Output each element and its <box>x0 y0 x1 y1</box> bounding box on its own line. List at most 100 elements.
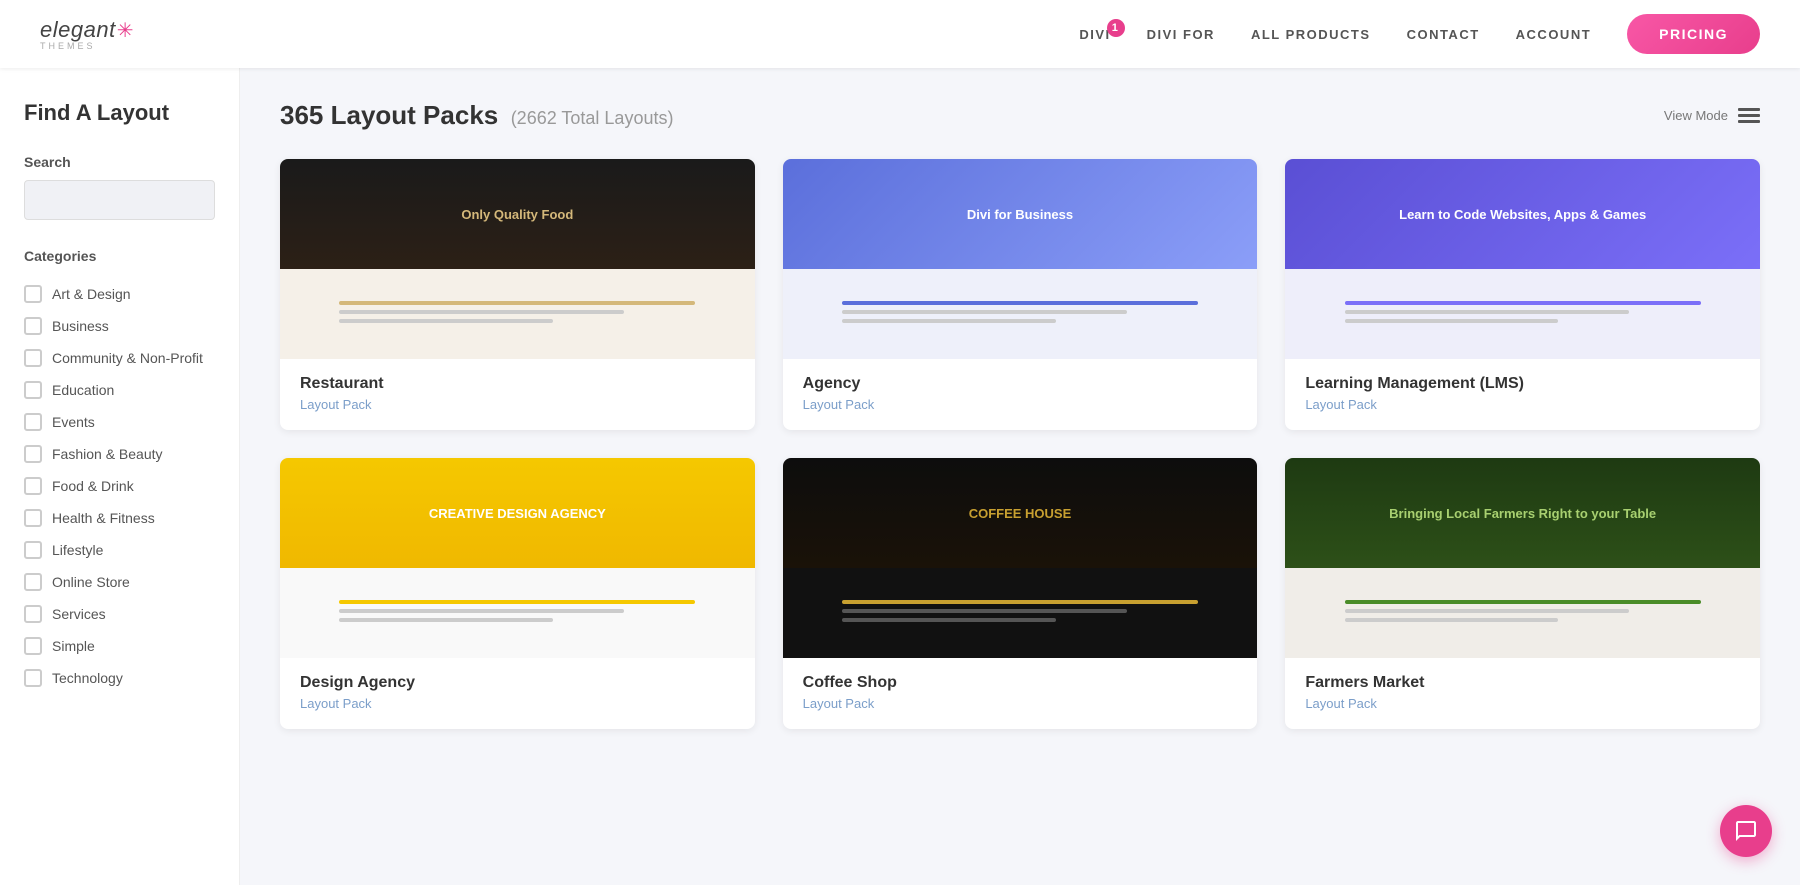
category-label-technology: Technology <box>52 670 123 686</box>
logo-text: elegant <box>40 17 116 43</box>
card-info-restaurant: Restaurant Layout Pack <box>280 359 755 430</box>
category-item-technology[interactable]: Technology <box>24 662 215 694</box>
card-coffee-shop[interactable]: COFFEE HOUSE Coffee Shop Layout Pack <box>783 458 1258 729</box>
category-checkbox-food-drink[interactable] <box>24 477 42 495</box>
category-label-business: Business <box>52 318 109 334</box>
category-item-food-drink[interactable]: Food & Drink <box>24 470 215 502</box>
card-farmers-market[interactable]: Bringing Local Farmers Right to your Tab… <box>1285 458 1760 729</box>
categories-label: Categories <box>24 248 215 264</box>
card-type-restaurant: Layout Pack <box>300 397 735 412</box>
pricing-button[interactable]: PRICING <box>1627 14 1760 54</box>
view-mode-label: View Mode <box>1664 108 1728 123</box>
card-name-design-agency: Design Agency <box>300 674 735 692</box>
category-label-simple: Simple <box>52 638 95 654</box>
card-design-agency[interactable]: CREATIVE DESIGN AGENCY Design Agency Lay… <box>280 458 755 729</box>
category-checkbox-simple[interactable] <box>24 637 42 655</box>
sidebar-title: Find A Layout <box>24 100 215 126</box>
category-item-health-fitness[interactable]: Health & Fitness <box>24 502 215 534</box>
card-name-coffee-shop: Coffee Shop <box>803 674 1238 692</box>
categories-list: Art & Design Business Community & Non-Pr… <box>24 278 215 694</box>
card-info-design-agency: Design Agency Layout Pack <box>280 658 755 729</box>
sidebar: Find A Layout Search Categories Art & De… <box>0 68 240 885</box>
category-checkbox-lifestyle[interactable] <box>24 541 42 559</box>
category-item-community-non-profit[interactable]: Community & Non-Profit <box>24 342 215 374</box>
main-content: 365 Layout Packs (2662 Total Layouts) Vi… <box>240 68 1800 885</box>
category-label-online-store: Online Store <box>52 574 130 590</box>
category-checkbox-education[interactable] <box>24 381 42 399</box>
card-info-lms: Learning Management (LMS) Layout Pack <box>1285 359 1760 430</box>
category-item-online-store[interactable]: Online Store <box>24 566 215 598</box>
main-nav: DIVI 1 DIVI FOR ALL PRODUCTS CONTACT ACC… <box>1079 14 1760 54</box>
card-type-design-agency: Layout Pack <box>300 696 735 711</box>
category-item-business[interactable]: Business <box>24 310 215 342</box>
logo-subtext: themes <box>40 41 96 51</box>
category-label-education: Education <box>52 382 114 398</box>
chat-icon <box>1734 819 1758 843</box>
category-label-lifestyle: Lifestyle <box>52 542 103 558</box>
card-type-lms: Layout Pack <box>1305 397 1740 412</box>
card-agency[interactable]: Divi for Business Agency Layout Pack <box>783 159 1258 430</box>
category-label-events: Events <box>52 414 95 430</box>
category-label-community-non-profit: Community & Non-Profit <box>52 350 203 366</box>
card-restaurant[interactable]: Only Quality Food Restaurant Layout Pack <box>280 159 755 430</box>
card-type-agency: Layout Pack <box>803 397 1238 412</box>
card-image-coffee-shop: COFFEE HOUSE <box>783 458 1258 658</box>
header: elegant ✳ themes DIVI 1 DIVI FOR ALL PRO… <box>0 0 1800 68</box>
chat-bubble-button[interactable] <box>1720 805 1772 857</box>
category-item-art-design[interactable]: Art & Design <box>24 278 215 310</box>
nav-item-contact[interactable]: CONTACT <box>1407 27 1480 42</box>
category-item-services[interactable]: Services <box>24 598 215 630</box>
cards-grid: Only Quality Food Restaurant Layout Pack… <box>280 159 1760 729</box>
grid-icon <box>1738 107 1760 125</box>
category-checkbox-technology[interactable] <box>24 669 42 687</box>
logo-asterisk-icon: ✳ <box>117 18 134 43</box>
card-name-farmers-market: Farmers Market <box>1305 674 1740 692</box>
page-body: Find A Layout Search Categories Art & De… <box>0 68 1800 885</box>
search-input[interactable] <box>24 180 215 220</box>
category-checkbox-fashion-beauty[interactable] <box>24 445 42 463</box>
nav-item-divi[interactable]: DIVI 1 <box>1079 27 1110 42</box>
category-item-events[interactable]: Events <box>24 406 215 438</box>
card-image-lms: Learn to Code Websites, Apps & Games <box>1285 159 1760 359</box>
category-label-health-fitness: Health & Fitness <box>52 510 155 526</box>
search-label: Search <box>24 154 215 170</box>
card-type-farmers-market: Layout Pack <box>1305 696 1740 711</box>
category-checkbox-events[interactable] <box>24 413 42 431</box>
card-image-restaurant: Only Quality Food <box>280 159 755 359</box>
card-info-agency: Agency Layout Pack <box>783 359 1258 430</box>
card-lms[interactable]: Learn to Code Websites, Apps & Games Lea… <box>1285 159 1760 430</box>
category-item-simple[interactable]: Simple <box>24 630 215 662</box>
view-mode-toggle[interactable]: View Mode <box>1664 107 1760 125</box>
category-checkbox-online-store[interactable] <box>24 573 42 591</box>
nav-item-account[interactable]: ACCOUNT <box>1516 27 1592 42</box>
card-name-agency: Agency <box>803 375 1238 393</box>
category-checkbox-community-non-profit[interactable] <box>24 349 42 367</box>
category-checkbox-health-fitness[interactable] <box>24 509 42 527</box>
logo[interactable]: elegant ✳ themes <box>40 17 133 51</box>
category-checkbox-business[interactable] <box>24 317 42 335</box>
layout-count-label: 365 Layout Packs <box>280 100 498 130</box>
category-item-fashion-beauty[interactable]: Fashion & Beauty <box>24 438 215 470</box>
card-name-restaurant: Restaurant <box>300 375 735 393</box>
category-checkbox-services[interactable] <box>24 605 42 623</box>
category-label-services: Services <box>52 606 106 622</box>
category-label-art-design: Art & Design <box>52 286 131 302</box>
category-item-lifestyle[interactable]: Lifestyle <box>24 534 215 566</box>
card-info-coffee-shop: Coffee Shop Layout Pack <box>783 658 1258 729</box>
nav-item-all-products[interactable]: ALL PRODUCTS <box>1251 27 1371 42</box>
card-image-agency: Divi for Business <box>783 159 1258 359</box>
divi-badge: 1 <box>1107 19 1125 37</box>
card-image-design-agency: CREATIVE DESIGN AGENCY <box>280 458 755 658</box>
category-item-education[interactable]: Education <box>24 374 215 406</box>
layout-total-label: (2662 Total Layouts) <box>511 108 674 128</box>
card-name-lms: Learning Management (LMS) <box>1305 375 1740 393</box>
nav-item-divi-for[interactable]: DIVI FOR <box>1147 27 1215 42</box>
category-checkbox-art-design[interactable] <box>24 285 42 303</box>
category-label-fashion-beauty: Fashion & Beauty <box>52 446 163 462</box>
card-type-coffee-shop: Layout Pack <box>803 696 1238 711</box>
card-info-farmers-market: Farmers Market Layout Pack <box>1285 658 1760 729</box>
category-label-food-drink: Food & Drink <box>52 478 134 494</box>
content-header: 365 Layout Packs (2662 Total Layouts) Vi… <box>280 100 1760 131</box>
layout-heading: 365 Layout Packs (2662 Total Layouts) <box>280 100 673 131</box>
card-image-farmers-market: Bringing Local Farmers Right to your Tab… <box>1285 458 1760 658</box>
